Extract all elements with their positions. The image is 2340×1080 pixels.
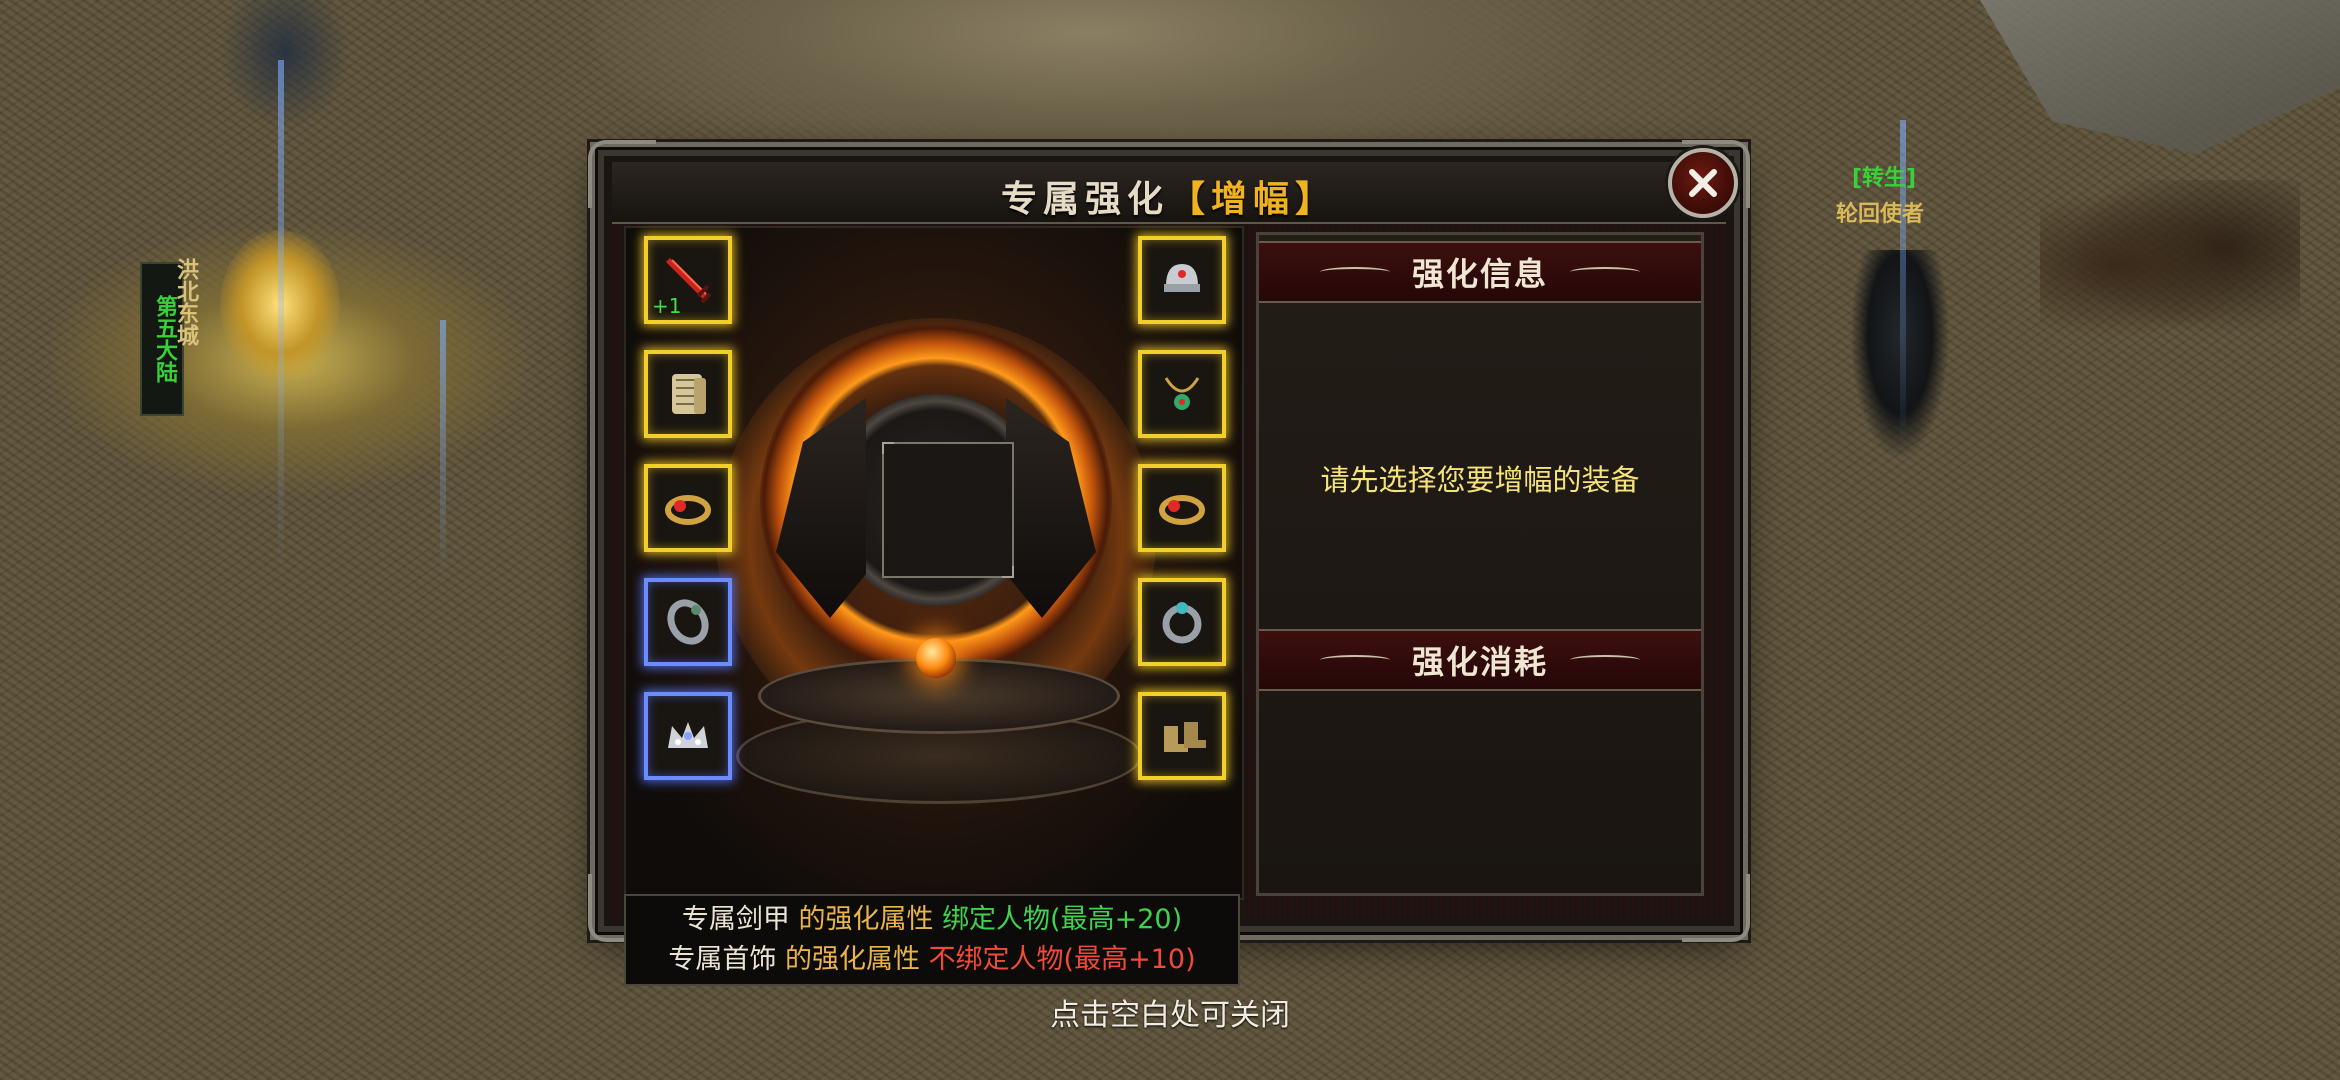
ring-icon <box>1162 602 1202 644</box>
header-ornament <box>1570 655 1640 665</box>
close-icon <box>1689 169 1717 197</box>
jeweled-crown-icon <box>668 722 708 748</box>
close-hint[interactable]: 点击空白处可关闭 <box>0 990 2340 1034</box>
enhancement-panel: 专属强化【增幅】 +1 专属剑甲 的强化属性 绑定人物(最高+20) 专属首饰 … <box>588 140 1750 986</box>
slot-ring-left[interactable] <box>644 578 732 666</box>
close-button[interactable] <box>1668 148 1738 218</box>
dragon-relief-decoration <box>590 0 1590 165</box>
ring-icon <box>667 599 709 645</box>
helmet-icon <box>1164 264 1200 292</box>
title-bar: 专属强化【增幅】 <box>612 162 1726 224</box>
necklace-icon <box>1164 377 1200 410</box>
target-equipment-slot[interactable] <box>882 442 1014 578</box>
equipment-altar-area: +1 <box>624 226 1244 900</box>
info-header-title: 强化信息 <box>1411 255 1548 293</box>
panel-title: 专属强化【增幅】 <box>612 170 1726 222</box>
title-main: 专属强化 <box>1000 178 1169 220</box>
slot-necklace[interactable] <box>1138 350 1226 438</box>
info-section-header: 强化信息 <box>1259 241 1701 303</box>
enhancement-info-panel: 强化信息 请先选择您要增幅的装备 强化消耗 <box>1256 232 1704 896</box>
light-pillar <box>278 60 284 580</box>
light-pillar <box>440 320 446 580</box>
rule-text: 的强化属性 <box>798 904 934 935</box>
red-gem-bracelet-icon <box>665 495 711 525</box>
rule-subject: 专属首饰 <box>668 944 777 975</box>
rule-subject: 专属剑甲 <box>681 904 790 935</box>
cost-header-title: 强化消耗 <box>1411 643 1548 681</box>
slot-armor[interactable] <box>644 350 732 438</box>
title-bracket: 【 <box>1168 178 1211 220</box>
slot-boots[interactable] <box>1138 692 1226 780</box>
scroll-armor-icon <box>672 374 706 414</box>
cost-section-header: 强化消耗 <box>1259 629 1701 691</box>
enhancement-rules-strip: 专属剑甲 的强化属性 绑定人物(最高+20) 专属首饰 的强化属性 不绑定人物(… <box>624 894 1240 986</box>
rule-text: 的强化属性 <box>784 944 920 975</box>
rule-line-accessory: 专属首饰 的强化属性 不绑定人物(最高+10) <box>626 940 1238 980</box>
enhance-level: +1 <box>652 294 682 318</box>
npc-name[interactable]: 轮回使者 <box>1836 196 1924 228</box>
header-ornament <box>1319 267 1390 277</box>
select-equipment-hint: 请先选择您要增幅的装备 <box>1320 463 1640 497</box>
rule-binding: 不绑定人物(最高+10) <box>928 944 1196 975</box>
npc-tag: [转生] <box>1852 166 1917 191</box>
slot-bracelet-right[interactable] <box>1138 464 1226 552</box>
fire-orb <box>916 638 956 678</box>
title-bracket: 】 <box>1295 178 1338 220</box>
rule-binding: 绑定人物(最高+20) <box>942 904 1183 935</box>
zone-banner-gold: 洪北东城 <box>173 258 198 346</box>
player-character <box>220 0 350 130</box>
header-ornament <box>1319 655 1390 665</box>
slot-crown[interactable] <box>644 692 732 780</box>
boots-icon <box>1164 722 1206 752</box>
header-ornament <box>1570 267 1640 277</box>
rule-line-weapon-armor: 专属剑甲 的强化属性 绑定人物(最高+20) <box>626 900 1238 940</box>
title-sub: 增幅 <box>1211 178 1296 220</box>
barrels-decoration <box>2040 180 2300 350</box>
red-gem-bracelet-icon <box>1159 495 1205 525</box>
slot-bracelet-left[interactable] <box>644 464 732 552</box>
slot-helmet[interactable] <box>1138 236 1226 324</box>
slot-ring-right[interactable] <box>1138 578 1226 666</box>
slot-weapon[interactable]: +1 <box>644 236 732 324</box>
